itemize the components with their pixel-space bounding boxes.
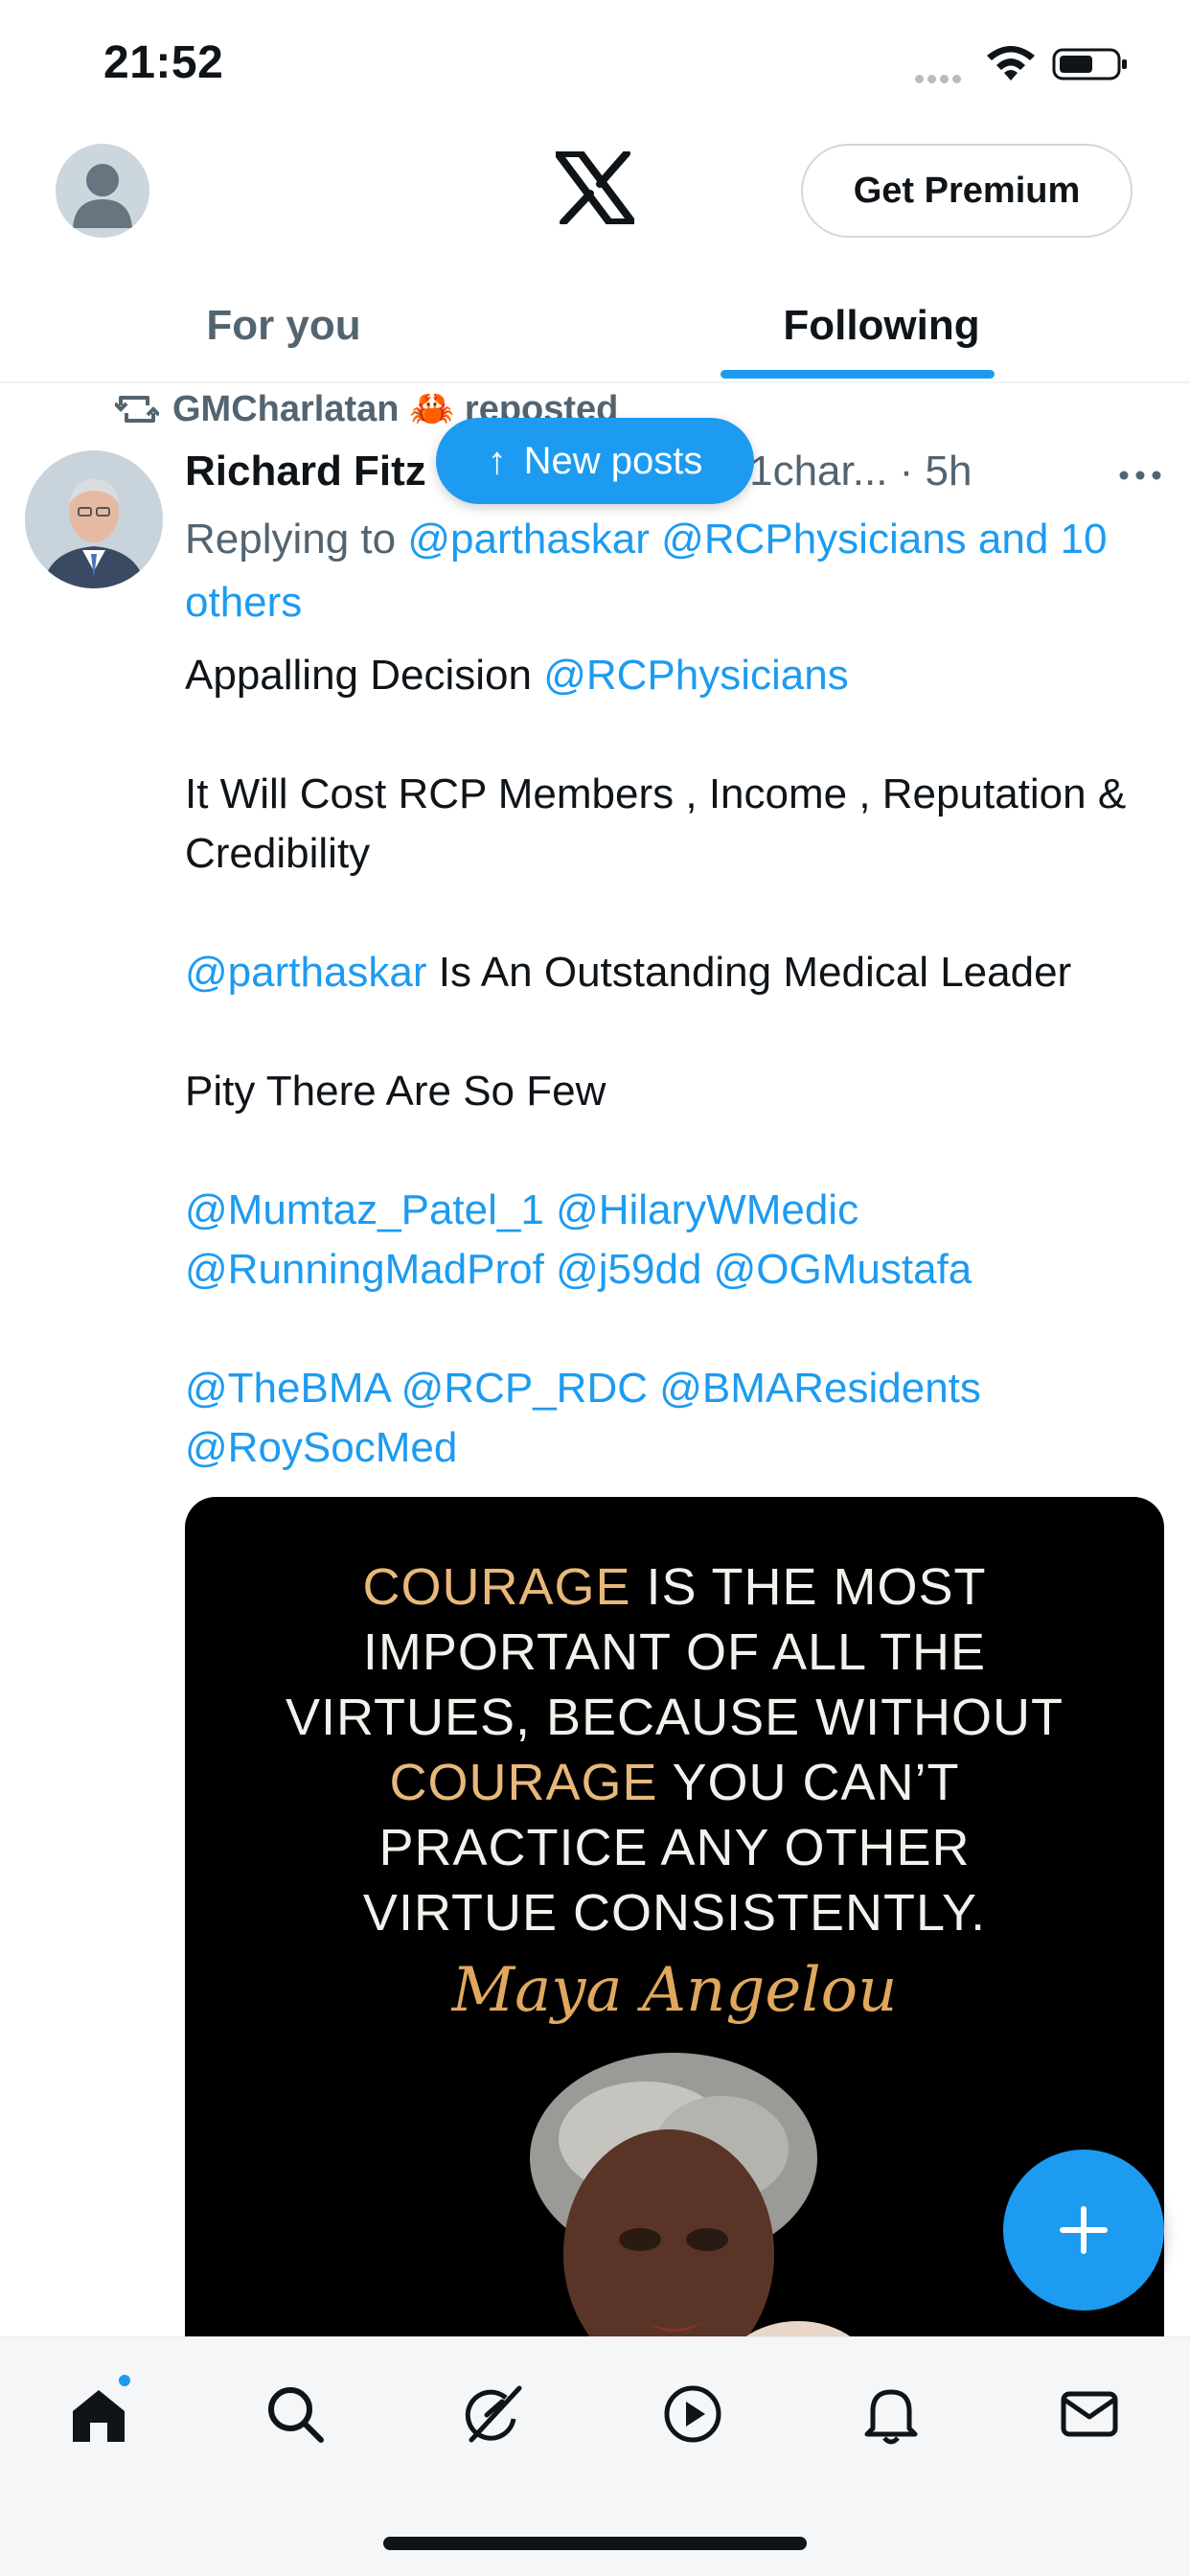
post-paragraph: It Will Cost RCP Members , Income , Repu… — [185, 770, 1127, 877]
video-icon — [664, 2385, 721, 2443]
new-posts-button[interactable]: ↑ New posts — [436, 418, 754, 504]
author-photo — [25, 450, 163, 588]
tab-notifications[interactable] — [853, 2376, 929, 2452]
notifications-icon — [864, 2389, 918, 2445]
compose-post-button[interactable] — [1003, 2150, 1164, 2311]
home-unread-dot — [116, 2372, 133, 2389]
plus-icon — [1060, 2206, 1108, 2254]
author-name[interactable]: Richard Fitz — [185, 448, 426, 495]
replying-to-line: Replying to @parthaskar @RCPhysicians an… — [185, 508, 1153, 634]
tab-home[interactable] — [60, 2372, 137, 2452]
post-paragraph: Pity There Are So Few — [185, 1068, 606, 1115]
home-icon — [73, 2390, 125, 2442]
quote-line: VIRTUES, BECAUSE WITHOUT — [285, 1689, 1064, 1746]
quote-line: VIRTUE CONSISTENTLY. — [362, 1884, 987, 1942]
quote-text: COURAGE IS THE MOST IMPORTANT OF ALL THE… — [185, 1554, 1164, 1945]
default-avatar-icon — [73, 164, 132, 228]
author-avatar[interactable] — [25, 450, 163, 588]
post-text-span: Is An Outstanding Medical Leader — [426, 949, 1072, 996]
portrait-photo — [530, 2053, 871, 2359]
post-paragraph: @parthaskar Is An Outstanding Medical Le… — [185, 943, 1162, 1002]
profile-avatar-button[interactable] — [56, 144, 149, 238]
quote-line: IMPORTANT OF ALL THE — [362, 1623, 987, 1681]
x-logo-icon[interactable] — [556, 151, 634, 224]
mention-links[interactable]: @Mumtaz_Patel_1 @HilaryWMedic @RunningMa… — [185, 1181, 1162, 1300]
get-premium-button[interactable]: Get Premium — [801, 144, 1133, 238]
quote-line: YOU CAN’T — [657, 1754, 960, 1811]
wifi-icon — [987, 46, 1035, 80]
quote-highlight: COURAGE — [389, 1754, 658, 1811]
quote-signature: Maya Angelou — [451, 1955, 898, 2026]
tab-messages[interactable] — [1051, 2376, 1128, 2452]
tab-for-you[interactable]: For you — [0, 268, 567, 383]
bottom-tab-bar — [0, 2336, 1190, 2576]
arrow-up-icon: ↑ — [487, 439, 507, 482]
tab-following[interactable]: Following — [594, 268, 1169, 383]
post-body: Appalling Decision @RCPhysicians It Will… — [185, 646, 1162, 1478]
active-tab-indicator — [721, 370, 995, 379]
grok-icon — [465, 2385, 522, 2443]
home-indicator — [383, 2537, 807, 2550]
messages-icon — [1061, 2391, 1118, 2437]
post-paragraph: Appalling Decision @RCPhysicians — [185, 646, 1162, 705]
tab-grok[interactable] — [455, 2376, 532, 2452]
mention-link[interactable]: @parthaskar — [185, 949, 427, 996]
cellular-signal-icon — [915, 71, 973, 83]
timeline-tabs: For you Following — [0, 268, 1190, 383]
top-nav: Get Premium For you Following — [0, 134, 1190, 383]
replying-to-prefix: Replying to — [185, 516, 397, 563]
battery-icon — [1052, 48, 1127, 80]
post-text-span: Appalling Decision — [185, 652, 544, 699]
quote-line: IS THE MOST — [630, 1558, 987, 1616]
quote-highlight: COURAGE — [362, 1558, 631, 1616]
status-time: 21:52 — [103, 37, 224, 88]
quote-line: PRACTICE ANY OTHER — [378, 1819, 971, 1876]
status-bar: 21:52 — [0, 0, 1190, 134]
tab-search[interactable] — [257, 2376, 333, 2452]
mention-link[interactable]: @RCPhysicians — [543, 652, 849, 699]
new-posts-label: New posts — [523, 439, 703, 482]
tab-video[interactable] — [654, 2376, 731, 2452]
more-options-icon[interactable] — [1118, 470, 1162, 481]
search-icon — [268, 2387, 324, 2443]
mention-links[interactable]: @TheBMA @RCP_RDC @BMAResidents @RoySocMe… — [185, 1359, 1162, 1478]
repost-icon — [115, 396, 159, 423]
